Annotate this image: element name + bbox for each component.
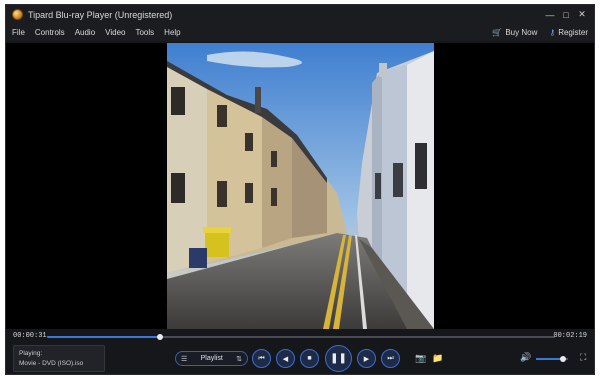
window-controls: — □ ✕: [542, 5, 590, 24]
maximize-button[interactable]: □: [558, 5, 574, 24]
fast-forward-icon: ▶: [363, 355, 370, 363]
stop-icon: ■: [307, 355, 312, 362]
list-icon: ☰: [181, 355, 188, 363]
playlist-button[interactable]: ☰ Playlist ⇅: [175, 351, 248, 366]
now-playing-file: Movie - DVD (ISO).iso: [19, 360, 84, 367]
folder-icon[interactable]: 📁: [432, 353, 443, 364]
speaker-icon[interactable]: 🔊: [520, 352, 531, 363]
pause-icon: ❚❚: [330, 353, 347, 364]
menu-audio[interactable]: Audio: [75, 28, 95, 37]
volume-slider[interactable]: [536, 356, 568, 362]
app-logo-icon: [12, 9, 23, 20]
buy-now-label: Buy Now: [505, 28, 538, 37]
rewind-icon: ◀: [282, 355, 289, 363]
close-button[interactable]: ✕: [574, 5, 590, 24]
cart-icon: 🛒: [492, 28, 503, 37]
video-area[interactable]: [6, 43, 594, 329]
previous-button[interactable]: ⏮: [252, 349, 271, 368]
buy-now-link[interactable]: 🛒 Buy Now: [492, 28, 537, 37]
seek-bar[interactable]: [47, 334, 555, 340]
skip-next-icon: ⏭: [387, 354, 394, 362]
title-bar: Tipard Blu-ray Player (Unregistered) — □…: [6, 5, 594, 24]
key-icon: ⚷: [549, 28, 556, 37]
menu-controls[interactable]: Controls: [35, 28, 65, 37]
fullscreen-icon[interactable]: ⛶: [580, 352, 586, 363]
now-playing-label: Playing:: [19, 350, 43, 357]
total-time: 00:02:19: [553, 332, 587, 340]
volume-slider-fill: [536, 358, 564, 360]
menu-video[interactable]: Video: [105, 28, 125, 37]
rewind-button[interactable]: ◀: [276, 349, 295, 368]
camera-icon[interactable]: 📷: [415, 353, 426, 364]
window-title: Tipard Blu-ray Player (Unregistered): [28, 9, 173, 20]
street-scene-image: [167, 43, 434, 329]
menu-file[interactable]: File: [12, 28, 25, 37]
sort-icon[interactable]: ⇅: [236, 355, 242, 363]
menu-right-actions: 🛒 Buy Now ⚷ Register: [480, 24, 588, 41]
stop-button[interactable]: ■: [300, 349, 319, 368]
skip-previous-icon: ⏮: [258, 354, 265, 362]
forward-button[interactable]: ▶: [357, 349, 376, 368]
register-label: Register: [558, 28, 588, 37]
menu-help[interactable]: Help: [164, 28, 180, 37]
pause-button[interactable]: ❚❚: [325, 345, 352, 372]
seek-bar-thumb[interactable]: [157, 334, 164, 340]
next-button[interactable]: ⏭: [381, 349, 400, 368]
menu-bar: File Controls Audio Video Tools Help 🛒 B…: [6, 24, 594, 41]
current-time: 00:00:31: [13, 332, 47, 340]
video-frame: [167, 43, 434, 329]
menu-tools[interactable]: Tools: [135, 28, 154, 37]
volume-slider-thumb[interactable]: [560, 356, 567, 362]
playlist-label: Playlist: [200, 355, 223, 362]
seek-bar-fill: [47, 336, 161, 338]
now-playing-panel: Playing: Movie - DVD (ISO).iso: [13, 345, 105, 372]
timeline: 00:00:31 00:02:19: [6, 329, 594, 345]
control-bar: Playing: Movie - DVD (ISO).iso ☰ Playlis…: [6, 345, 594, 374]
minimize-button[interactable]: —: [542, 5, 558, 24]
player-window: Tipard Blu-ray Player (Unregistered) — □…: [5, 4, 595, 375]
register-link[interactable]: ⚷ Register: [549, 28, 588, 37]
